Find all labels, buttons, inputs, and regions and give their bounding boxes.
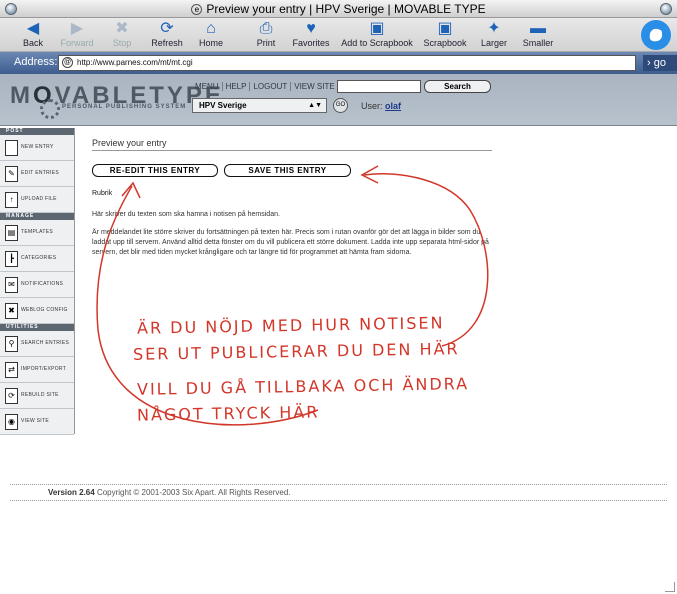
page-icon: e: [191, 4, 203, 16]
refresh-icon: ⟳: [160, 20, 174, 37]
annotation-line-2: SER UT PUBLICERAR DU DEN HÄR: [132, 339, 460, 364]
sidebar-item-new-entry[interactable]: NEW ENTRY: [0, 135, 74, 161]
document-icon: [5, 140, 18, 156]
mt-search-input[interactable]: [337, 80, 421, 93]
sidebar-item-rebuild-site[interactable]: ⟳ REBUILD SITE: [0, 383, 74, 409]
annotation-line-4: NÅGOT TRYCK HÄR: [136, 402, 320, 425]
rebuild-icon: ⟳: [5, 388, 18, 404]
annotation-line-3: VILL DU GÅ TILLBAKA OCH ÄNDRA: [136, 374, 470, 399]
template-icon: ▤: [5, 225, 18, 241]
tools-icon: ✖: [5, 303, 18, 319]
sidebar-item-edit-entries[interactable]: ✎ EDIT ENTRIES: [0, 161, 74, 187]
nav-help[interactable]: HELP: [223, 82, 251, 91]
mt-tagline: PERSONAL PUBLISHING SYSTEM: [62, 104, 187, 110]
page-title: Preview your entry: [92, 138, 167, 148]
blog-go-button[interactable]: GO: [333, 98, 348, 113]
entry-extended: Är meddelandet lite större skriver du fo…: [92, 229, 489, 256]
user-link[interactable]: olaf: [385, 101, 401, 111]
sidebar-item-weblog-config[interactable]: ✖ WEBLOG CONFIG: [0, 298, 74, 324]
address-label: Address:: [14, 56, 58, 68]
sidebar-item-notifications[interactable]: ✉ NOTIFICATIONS: [0, 272, 74, 298]
chevron-down-icon: ▲▼: [308, 102, 322, 109]
reedit-entry-button[interactable]: RE-EDIT THIS ENTRY: [92, 164, 218, 177]
title-divider: [92, 150, 492, 151]
back-arrow-icon: ◀: [26, 20, 40, 37]
annotation-line-1: ÄR DU NÖJD MED HUR NOTISEN: [136, 313, 445, 338]
sidebar-head-manage: MANAGE: [0, 213, 74, 220]
add-scrapbook-button[interactable]: ▣ Add to Scrapbook: [337, 19, 417, 48]
browser-toolbar: ◀ Back ▶ Forward ✖ Stop ⟳ Refresh ⌂ Home ⎙ Pri…: [0, 18, 677, 52]
address-input[interactable]: http://www.parnes.com/mt/mt.cgi: [58, 55, 636, 71]
mt-nav: MENU HELP LOGOUT VIEW SITE: [192, 82, 338, 91]
minus-small-icon: ▬: [530, 20, 546, 37]
tree-icon: ┣: [5, 251, 18, 267]
arrows-icon: ⇄: [5, 362, 18, 378]
smaller-button[interactable]: ▬ Smaller: [520, 19, 556, 48]
home-icon: ⌂: [206, 20, 216, 37]
nav-menu[interactable]: MENU: [192, 82, 223, 91]
sidebar-item-import-export[interactable]: ⇄ IMPORT/EXPORT: [0, 357, 74, 383]
favorites-button[interactable]: ♥ Favorites: [290, 19, 332, 48]
footer: Version 2.64 Copyright © 2001-2003 Six A…: [48, 488, 291, 497]
sidebar-item-view-site[interactable]: ◉ VIEW SITE: [0, 409, 74, 435]
forward-button[interactable]: ▶ Forward: [57, 19, 97, 48]
nav-logout[interactable]: LOGOUT: [250, 82, 292, 91]
sidebar-item-categories[interactable]: ┣ CATEGORIES: [0, 246, 74, 272]
window-collapse-icon[interactable]: [660, 3, 672, 15]
printer-icon: ⎙: [259, 20, 273, 37]
stop-x-icon: ✖: [115, 20, 129, 37]
sidebar-head-post: POST: [0, 128, 74, 135]
sidebar: POST NEW ENTRY ✎ EDIT ENTRIES ↑ UPLOAD FIL…: [0, 128, 75, 435]
back-button[interactable]: ◀ Back: [20, 19, 46, 48]
window-title: Preview your entry | HPV Sverige | MOVAB…: [206, 2, 486, 16]
mt-header: MOVABLETYPE PERSONAL PUBLISHING SYSTEM M…: [0, 74, 677, 126]
footer-divider-bottom: [10, 500, 667, 501]
camera-plus-icon: ▣: [369, 20, 385, 37]
url-page-icon: @: [62, 57, 73, 68]
star-large-icon: ✦: [487, 20, 501, 37]
save-entry-button[interactable]: SAVE THIS ENTRY: [224, 164, 351, 177]
forward-arrow-icon: ▶: [70, 20, 84, 37]
stop-button[interactable]: ✖ Stop: [108, 19, 136, 48]
entry-body: Här skriver du texten som ska hamna i no…: [92, 211, 280, 218]
upload-icon: ↑: [5, 192, 18, 208]
user-info: User: olaf: [361, 101, 402, 111]
mt-search-button[interactable]: Search: [424, 80, 491, 93]
home-button[interactable]: ⌂ Home: [196, 19, 226, 48]
edit-pencil-icon: ✎: [5, 166, 18, 182]
sidebar-item-search-entries[interactable]: ⚲ SEARCH ENTRIES: [0, 331, 74, 357]
sidebar-item-upload-file[interactable]: ↑ UPLOAD FILE: [0, 187, 74, 213]
entry-title: Rubrik: [92, 190, 113, 197]
sidebar-head-utilities: UTILITIES: [0, 324, 74, 331]
window-titlebar: e Preview your entry | HPV Sverige | MOVA…: [0, 0, 677, 18]
camera-icon: ▣: [437, 20, 453, 37]
resize-handle-icon[interactable]: [665, 582, 675, 592]
scrapbook-button[interactable]: ▣ Scrapbook: [421, 19, 469, 48]
eye-icon: ◉: [5, 414, 18, 430]
magnifier-icon: ⚲: [5, 336, 18, 352]
refresh-button[interactable]: ⟳ Refresh: [148, 19, 186, 48]
larger-button[interactable]: ✦ Larger: [478, 19, 510, 48]
nav-view-site[interactable]: VIEW SITE: [291, 82, 337, 91]
blog-select[interactable]: HPV Sverige ▲▼: [192, 98, 327, 113]
ie-logo-icon: e: [641, 20, 671, 50]
print-button[interactable]: ⎙ Print: [253, 19, 279, 48]
envelope-icon: ✉: [5, 277, 18, 293]
address-bar: Address: http://www.parnes.com/mt/mt.cgi…: [0, 52, 677, 74]
gear-icon: [40, 99, 60, 119]
sidebar-item-templates[interactable]: ▤ TEMPLATES: [0, 220, 74, 246]
window-close-icon[interactable]: [5, 3, 17, 15]
footer-divider-top: [10, 484, 667, 485]
address-go-button[interactable]: › go: [643, 55, 677, 71]
heart-icon: ♥: [306, 20, 316, 37]
